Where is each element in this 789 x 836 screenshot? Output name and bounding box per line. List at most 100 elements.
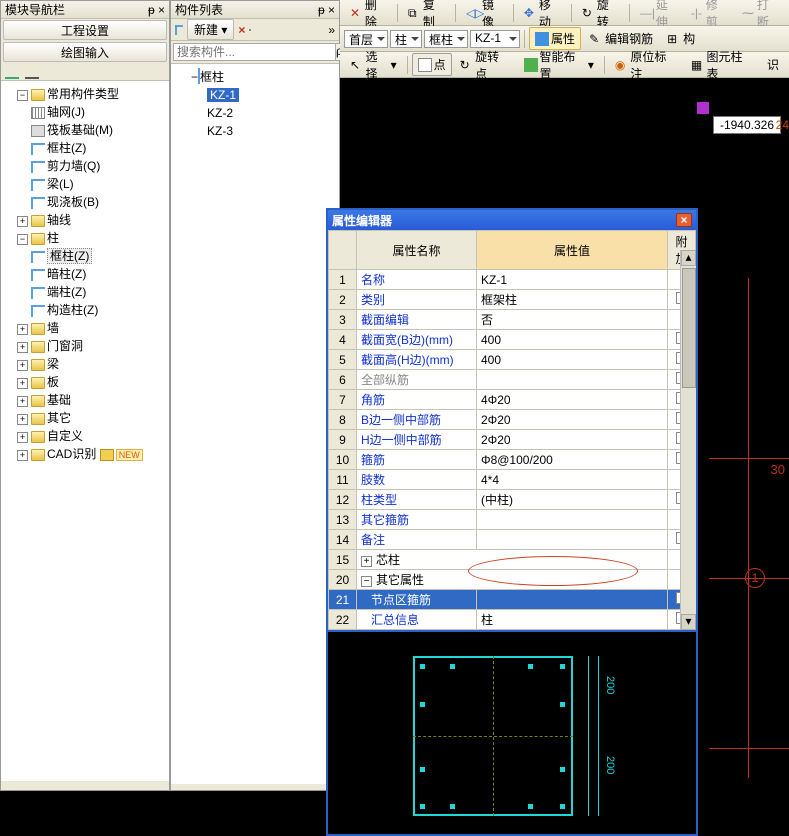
filter-icon[interactable] [249, 29, 251, 31]
prop-value[interactable]: 400 [477, 330, 668, 350]
tree-group-column[interactable]: 柱 [47, 231, 59, 245]
delete-icon[interactable]: × [238, 23, 245, 37]
tree-expander[interactable]: + [17, 414, 28, 425]
gridline [709, 458, 789, 459]
prop-value[interactable] [477, 510, 668, 530]
tree-group[interactable]: 梁 [47, 357, 59, 371]
prop-value[interactable]: 框架柱 [477, 290, 668, 310]
collapse-icon[interactable] [25, 65, 39, 79]
tree-group[interactable]: 其它 [47, 411, 71, 425]
group-row[interactable]: +芯柱 [357, 550, 668, 570]
tree-item[interactable]: 框柱(Z) [47, 141, 86, 155]
col-value[interactable]: 属性值 [477, 231, 668, 270]
prop-value[interactable] [477, 370, 668, 390]
tree-expander[interactable]: − [17, 234, 28, 245]
tree-item[interactable]: 端柱(Z) [47, 285, 86, 299]
prop-name[interactable]: 角筋 [357, 390, 477, 410]
pin-icon[interactable]: ᵽ [318, 3, 325, 17]
list-item[interactable]: KZ-2 [207, 106, 233, 120]
tree-expander[interactable]: + [17, 216, 28, 227]
prop-value[interactable]: 4Φ20 [477, 390, 668, 410]
prop-value[interactable] [477, 530, 668, 550]
tree-expander[interactable]: + [17, 378, 28, 389]
tab-draw-input[interactable]: 绘图输入 [3, 42, 167, 62]
nav-tree: −常用构件类型 轴网(J) 筏板基础(M) 框柱(Z) 剪力墙(Q) 梁(L) … [1, 81, 169, 781]
tree-expander[interactable]: + [17, 342, 28, 353]
tree-expander[interactable]: + [17, 432, 28, 443]
prop-name[interactable]: 汇总信息 [357, 610, 477, 630]
prop-value[interactable]: 否 [477, 310, 668, 330]
close-icon[interactable]: × [676, 213, 692, 227]
tree-group-cad[interactable]: CAD识别 [47, 447, 96, 461]
prop-name[interactable]: 类别 [357, 290, 477, 310]
prop-name[interactable]: H边一侧中部筋 [357, 430, 477, 450]
prop-name[interactable]: 柱类型 [357, 490, 477, 510]
prop-name[interactable]: 截面编辑 [357, 310, 477, 330]
prop-value[interactable]: 400 [477, 350, 668, 370]
col-name[interactable]: 属性名称 [357, 231, 477, 270]
tree-group[interactable]: 轴线 [47, 213, 71, 227]
list-item-kz1[interactable]: KZ-1 [207, 88, 239, 102]
tree-node-common[interactable]: 常用构件类型 [47, 87, 119, 101]
scroll-up-icon[interactable]: ▴ [681, 250, 696, 266]
tree-group[interactable]: 门窗洞 [47, 339, 83, 353]
tree-item[interactable]: 暗柱(Z) [47, 267, 86, 281]
tree-group[interactable]: 基础 [47, 393, 71, 407]
list-item[interactable]: KZ-3 [207, 124, 233, 138]
prop-name[interactable]: 节点区箍筋 [357, 590, 477, 610]
expand-icon[interactable]: + [361, 556, 372, 567]
group-row[interactable]: −其它属性 [357, 570, 668, 590]
prop-value[interactable]: 柱 [477, 610, 668, 630]
tree-expander[interactable]: + [17, 360, 28, 371]
tree-expander[interactable]: + [17, 396, 28, 407]
tree-item[interactable]: 轴网(J) [47, 105, 85, 119]
prop-value[interactable]: 4*4 [477, 470, 668, 490]
prop-name[interactable]: 名称 [357, 270, 477, 290]
scrollbar[interactable]: ▴ ▾ [680, 250, 696, 630]
dialog-titlebar[interactable]: 属性编辑器 × [328, 210, 696, 230]
list-root[interactable]: 框柱 [200, 70, 224, 84]
prop-value[interactable]: KZ-1 [477, 270, 668, 290]
tree-expander[interactable]: − [191, 70, 198, 84]
prop-value[interactable]: (中柱) [477, 490, 668, 510]
recognize-button[interactable]: 识 [761, 53, 785, 76]
search-input[interactable] [173, 43, 336, 61]
expand-icon[interactable] [5, 65, 19, 79]
tree-item[interactable]: 梁(L) [47, 177, 74, 191]
close-icon[interactable]: × [158, 3, 165, 17]
prop-value[interactable] [477, 590, 668, 610]
more-icon[interactable]: » [328, 23, 335, 37]
prop-value[interactable]: Φ8@100/200 [477, 450, 668, 470]
tree-item[interactable]: 现浇板(B) [47, 195, 99, 209]
prop-value[interactable]: 2Φ20 [477, 430, 668, 450]
prop-name[interactable]: 其它箍筋 [357, 510, 477, 530]
prop-name[interactable]: B边一侧中部筋 [357, 410, 477, 430]
tree-expander[interactable]: − [17, 90, 28, 101]
prop-name[interactable]: 截面高(H边)(mm) [357, 350, 477, 370]
break-icon: ⁓ [742, 6, 755, 20]
scroll-thumb[interactable] [682, 268, 696, 388]
tree-item-framecol[interactable]: 框柱(Z) [47, 248, 92, 264]
prop-value[interactable]: 2Φ20 [477, 410, 668, 430]
tree-group[interactable]: 墙 [47, 321, 59, 335]
collapse-icon[interactable]: − [361, 576, 372, 587]
prop-name[interactable]: 肢数 [357, 470, 477, 490]
prop-name[interactable]: 箍筋 [357, 450, 477, 470]
new-button[interactable]: 新建 ▾ [187, 19, 234, 40]
pin-icon[interactable]: ᵽ [148, 3, 155, 17]
tree-item[interactable]: 构造柱(Z) [47, 303, 98, 317]
tree-group[interactable]: 自定义 [47, 429, 83, 443]
point-button[interactable]: 点 [412, 53, 452, 76]
tree-item[interactable]: 剪力墙(Q) [47, 159, 100, 173]
close-icon[interactable]: × [328, 3, 335, 17]
row-num: 6 [329, 370, 357, 390]
tree-item[interactable]: 筏板基础(M) [47, 123, 113, 137]
scroll-down-icon[interactable]: ▾ [681, 614, 696, 630]
prop-name[interactable]: 全部纵筋 [357, 370, 477, 390]
tree-expander[interactable]: + [17, 324, 28, 335]
tree-expander[interactable]: + [17, 450, 28, 461]
prop-name[interactable]: 备注 [357, 530, 477, 550]
tab-project-settings[interactable]: 工程设置 [3, 20, 167, 40]
prop-name[interactable]: 截面宽(B边)(mm) [357, 330, 477, 350]
tree-group[interactable]: 板 [47, 375, 59, 389]
